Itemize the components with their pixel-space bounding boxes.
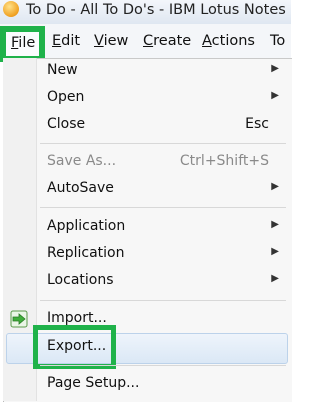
menu-item-save-as-label: Save As...	[47, 153, 117, 169]
menu-create-rest: reate	[153, 33, 192, 49]
window-title: To Do - All To Do's - IBM Lotus Notes	[26, 2, 286, 18]
menu-item-import-label: Import...	[47, 310, 107, 326]
menu-item-new-label: New	[47, 62, 78, 78]
chevron-right-icon: ▶	[271, 273, 279, 284]
lotus-notes-icon	[3, 1, 19, 17]
menu-item-locations-label: Locations	[47, 272, 114, 288]
menu-item-application[interactable]: Application ▶	[3, 214, 291, 241]
menu-item-page-setup-label: Page Setup...	[47, 375, 140, 391]
chevron-right-icon: ▶	[271, 219, 279, 230]
menu-item-locations[interactable]: Locations ▶	[3, 268, 291, 295]
menu-file[interactable]: File	[0, 26, 45, 62]
menu-tools[interactable]: To	[270, 33, 285, 49]
menu-item-close[interactable]: Close Esc	[3, 112, 291, 139]
menu-item-application-label: Application	[47, 218, 126, 234]
chevron-right-icon: ▶	[271, 181, 279, 192]
menu-edit-accel: E	[52, 33, 62, 49]
menu-item-autosave[interactable]: AutoSave ▶	[3, 176, 291, 203]
menu-separator	[40, 143, 286, 144]
menu-actions-accel: A	[202, 33, 212, 49]
menu-file-label: File	[11, 35, 35, 51]
menu-separator	[40, 300, 286, 301]
menu-view-rest: iew	[103, 33, 129, 49]
chevron-right-icon: ▶	[271, 63, 279, 74]
export-highlight-box	[33, 325, 116, 369]
menu-create[interactable]: Create	[143, 33, 191, 49]
menu-item-save-as-shortcut: Ctrl+Shift+S	[179, 153, 269, 169]
chevron-right-icon: ▶	[271, 246, 279, 257]
window-title-bar: To Do - All To Do's - IBM Lotus Notes	[0, 0, 291, 25]
menu-create-accel: C	[143, 33, 154, 49]
menu-item-close-label: Close	[47, 116, 86, 132]
chevron-right-icon: ▶	[271, 90, 279, 101]
menu-item-autosave-label: AutoSave	[47, 180, 114, 196]
menu-actions-rest: ctions	[211, 33, 255, 49]
menu-edit-rest: dit	[61, 33, 81, 49]
menu-item-page-setup[interactable]: Page Setup...	[3, 371, 291, 398]
menu-separator	[40, 207, 286, 208]
menu-item-open[interactable]: Open ▶	[3, 85, 291, 112]
menu-separator	[40, 365, 286, 366]
menu-item-open-label: Open	[47, 89, 85, 105]
menu-item-close-shortcut: Esc	[245, 116, 269, 132]
menu-actions[interactable]: Actions	[202, 33, 255, 49]
menu-file-rest: ile	[18, 35, 36, 51]
menu-edit[interactable]: Edit	[52, 33, 80, 49]
menu-view[interactable]: View	[94, 33, 128, 49]
menu-item-replication-label: Replication	[47, 245, 125, 261]
menu-item-new[interactable]: New ▶	[3, 58, 291, 85]
menu-item-replication[interactable]: Replication ▶	[3, 241, 291, 268]
menu-item-save-as: Save As... Ctrl+Shift+S	[3, 149, 291, 176]
menu-view-accel: V	[94, 33, 104, 49]
